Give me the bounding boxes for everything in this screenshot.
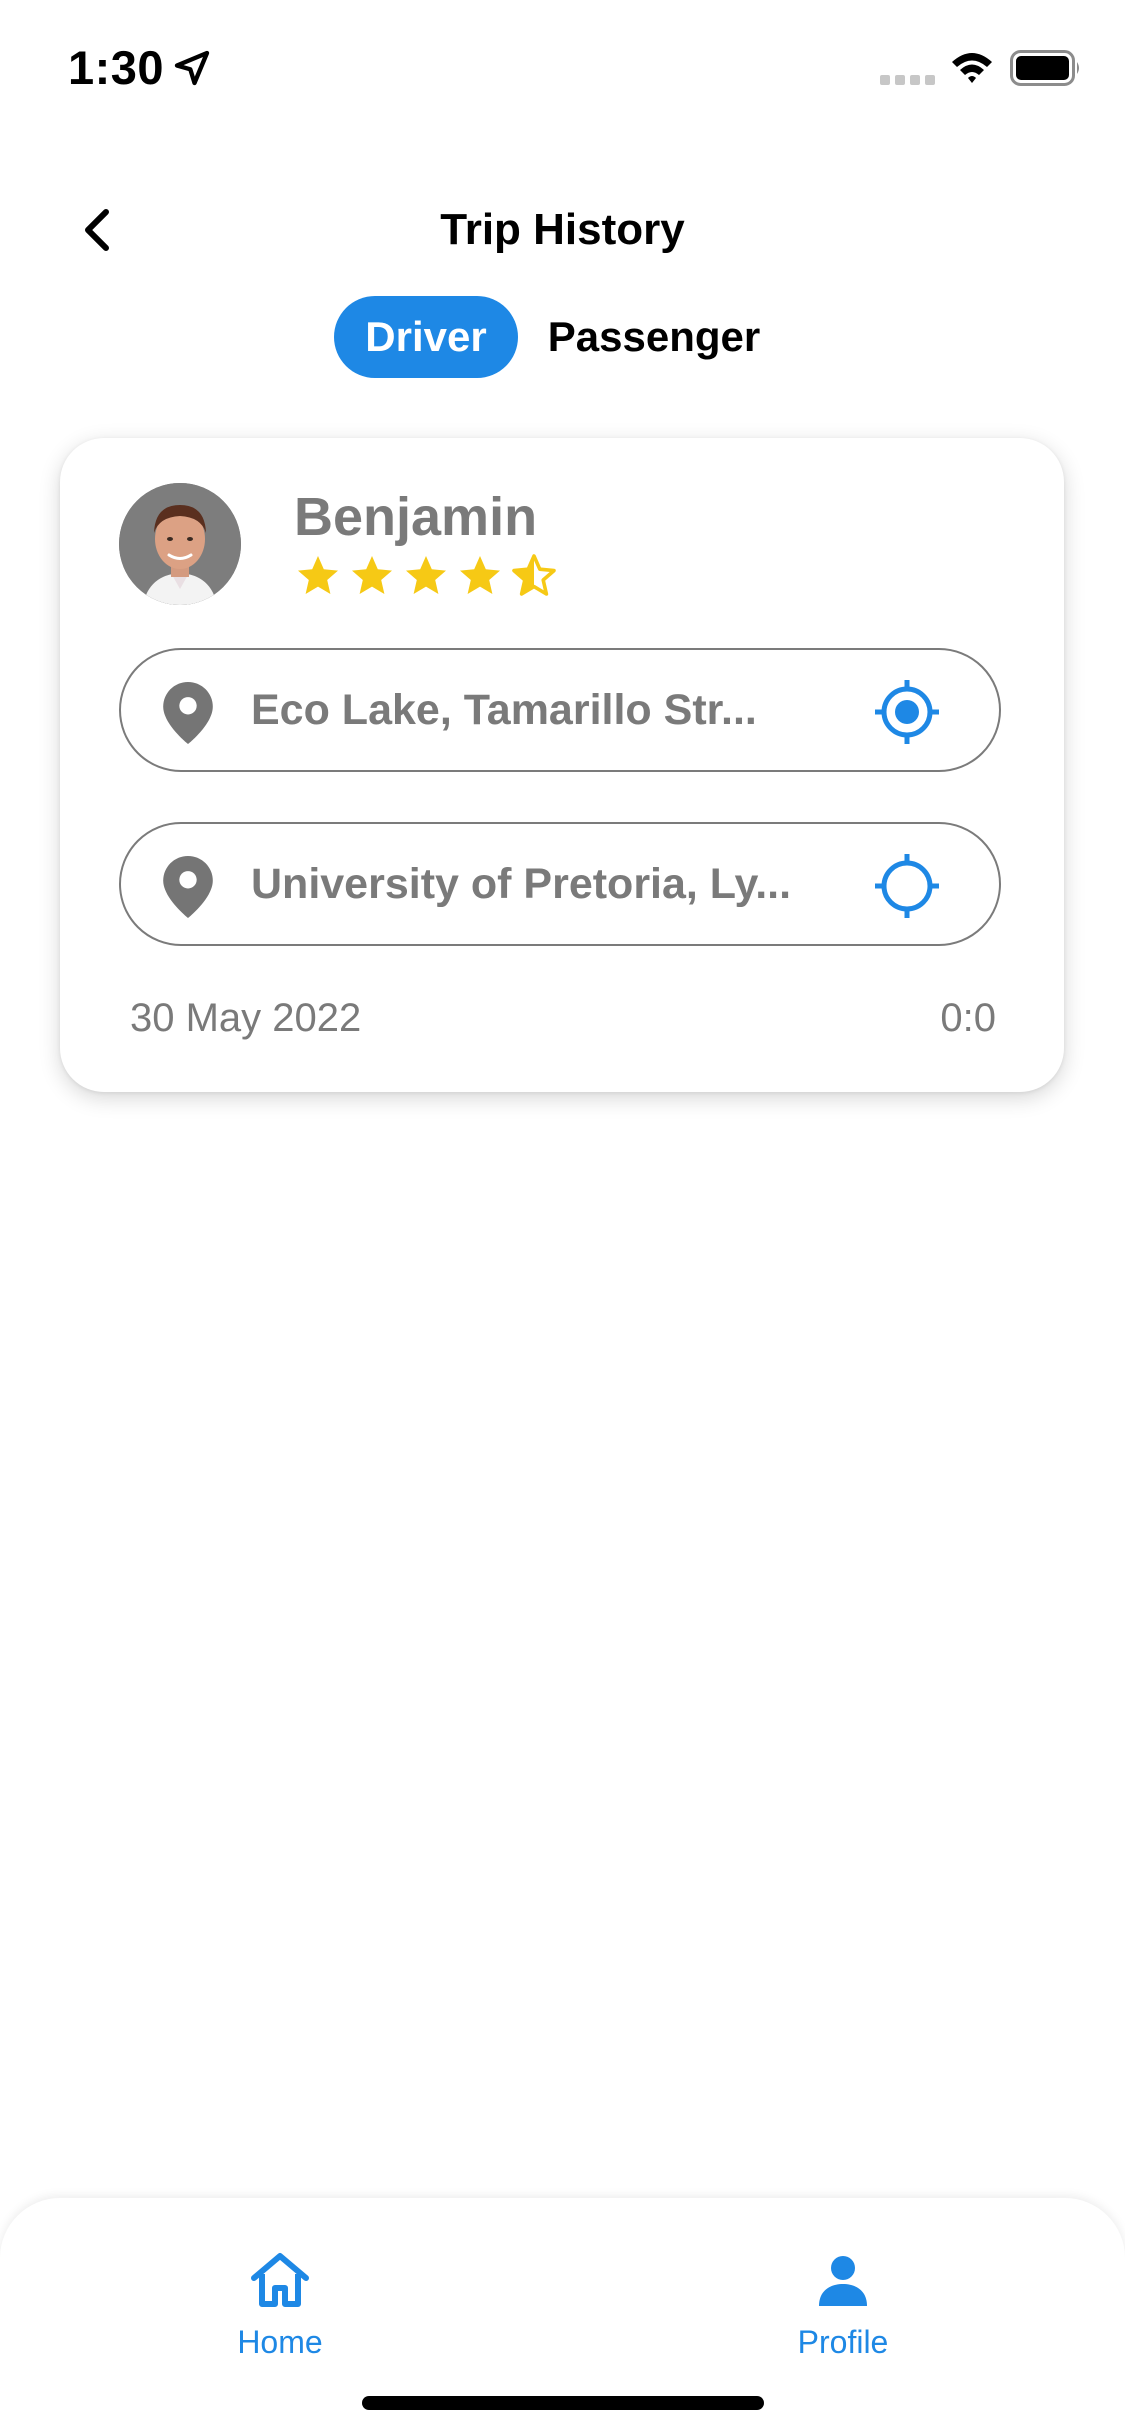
star-full-icon (298, 556, 338, 594)
tab-driver[interactable]: Driver (334, 296, 518, 378)
trip-card[interactable]: Benjamin Eco Lake, Tamarillo Str... Univ… (60, 438, 1064, 1092)
map-pin-icon (163, 856, 213, 918)
tab-passenger[interactable]: Passenger (530, 296, 778, 378)
trip-duration: 0:0 (940, 996, 996, 1040)
nav-profile-label: Profile (797, 2324, 889, 2360)
home-indicator (362, 2396, 764, 2410)
map-pin-icon (163, 682, 213, 744)
gps-fixed-icon[interactable] (873, 678, 941, 746)
nav-home-label: Home (237, 2324, 323, 2360)
rating-stars (294, 552, 558, 602)
location-arrow-icon (174, 50, 210, 86)
page-title: Trip History (440, 205, 685, 254)
pickup-location-field[interactable]: Eco Lake, Tamarillo Str... (119, 648, 1001, 772)
pickup-location-text: Eco Lake, Tamarillo Str... (251, 686, 757, 734)
star-full-icon (460, 556, 500, 594)
home-icon (251, 2253, 309, 2307)
star-full-icon (352, 556, 392, 594)
status-bar: 1:30 (0, 0, 1125, 132)
battery-icon (1010, 50, 1079, 86)
driver-name: Benjamin (294, 487, 538, 547)
trip-date: 30 May 2022 (130, 996, 362, 1040)
dropoff-location-field[interactable]: University of Pretoria, Ly... (119, 822, 1001, 946)
nav-home[interactable]: Home (180, 2248, 380, 2361)
person-icon (819, 2256, 867, 2306)
star-full-icon (406, 556, 446, 594)
wifi-icon (952, 53, 992, 83)
status-time: 1:30 (68, 41, 165, 94)
driver-photo (119, 483, 241, 605)
gps-not-fixed-icon[interactable] (873, 852, 941, 920)
cellular-signal-icon (880, 75, 935, 85)
avatar (119, 483, 241, 605)
nav-profile[interactable]: Profile (743, 2248, 943, 2361)
dropoff-location-text: University of Pretoria, Ly... (251, 860, 792, 908)
star-half-icon (512, 554, 556, 596)
